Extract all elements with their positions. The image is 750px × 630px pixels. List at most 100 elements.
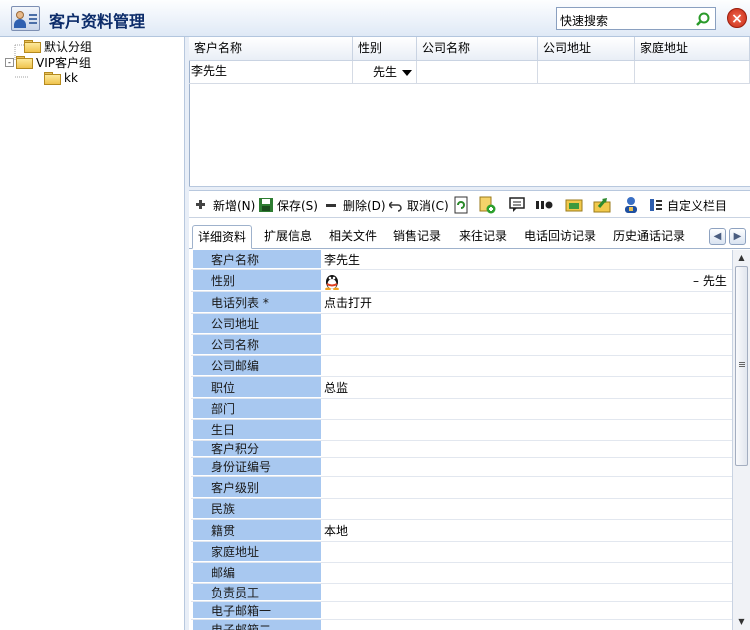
scroll-down-icon[interactable]: ▼ (733, 614, 750, 630)
close-icon[interactable]: × (727, 8, 747, 28)
field-label: 电话列表 * (193, 292, 321, 313)
field-home-address: 家庭地址 (191, 542, 732, 563)
field-label: 公司名称 (193, 335, 321, 355)
cell-company-address[interactable] (538, 61, 635, 84)
field-label: 性别 (193, 270, 321, 291)
field-value[interactable] (324, 270, 340, 291)
comment-button[interactable] (509, 195, 525, 215)
column-header-company[interactable]: 公司名称 (417, 37, 538, 61)
pause-icon (536, 201, 553, 209)
column-header-name[interactable]: 客户名称 (189, 37, 353, 61)
refresh-button[interactable] (454, 195, 468, 215)
field-value[interactable]: 总监 (324, 377, 348, 398)
save-icon (259, 198, 273, 212)
tab-contact-records[interactable]: 来往记录 (457, 225, 509, 249)
tab-details[interactable]: 详细资料 (192, 225, 253, 249)
tree-item-label: kk (64, 71, 78, 85)
field-label: 身份证编号 (193, 458, 321, 476)
delete-button-label: 删除(D) (343, 198, 386, 213)
field-company-name: 公司名称 (191, 335, 732, 356)
qq-icon (325, 274, 339, 290)
phone-list-link[interactable]: 点击打开 (324, 292, 372, 313)
field-label: 客户积分 (193, 441, 321, 457)
comment-icon (509, 197, 525, 212)
field-company-address: 公司地址 (191, 314, 732, 335)
tree-item-default-group[interactable]: 默认分组 (24, 38, 92, 54)
scroll-thumb[interactable] (735, 266, 748, 466)
cell-name[interactable]: 李先生 (191, 61, 353, 84)
delete-button[interactable]: 删除(D) (325, 195, 386, 215)
dropdown-arrow-icon[interactable] (402, 69, 412, 76)
custom-columns-button[interactable]: 自定义栏目 (649, 195, 727, 215)
column-header-home-address[interactable]: 家庭地址 (635, 37, 750, 61)
field-customer-name: 客户名称 李先生 (191, 250, 732, 270)
field-label: 邮编 (193, 563, 321, 583)
field-id-number: 身份证编号 (191, 458, 732, 477)
title-bar: 客户资料管理 快速搜索 × (0, 0, 750, 37)
open-folder-button[interactable] (565, 195, 583, 215)
export-button[interactable] (593, 195, 611, 215)
detail-tabs: 详细资料 扩展信息 相关文件 销售记录 来往记录 电话回访记录 历史通话记录 (189, 223, 750, 249)
page-title: 客户资料管理 (49, 12, 146, 31)
save-button-label: 保存(S) (277, 198, 318, 213)
column-header-company-address[interactable]: 公司地址 (538, 37, 635, 61)
field-label: 负责员工 (193, 584, 321, 601)
table-row[interactable]: 李先生 先生 (189, 61, 750, 84)
field-zip: 邮编 (191, 563, 732, 584)
minus-icon (325, 198, 339, 212)
group-tree: 默认分组 - VIP客户组 kk (0, 37, 186, 630)
scroll-up-icon[interactable]: ▲ (733, 250, 750, 266)
new-button[interactable]: 新增(N) (195, 195, 255, 215)
tab-extended-info[interactable]: 扩展信息 (262, 225, 314, 249)
folder-icon (44, 72, 61, 85)
cancel-button[interactable]: 取消(C) (387, 195, 449, 215)
field-email-2: 电子邮箱二 (191, 620, 732, 630)
tab-call-history[interactable]: 历史通话记录 (611, 225, 687, 249)
tab-callback-records[interactable]: 电话回访记录 (522, 225, 598, 249)
field-ethnicity: 民族 (191, 499, 732, 520)
cell-company[interactable] (417, 61, 538, 84)
field-label: 家庭地址 (193, 542, 321, 562)
field-customer-level: 客户级别 (191, 477, 732, 499)
field-label: 职位 (193, 377, 321, 398)
field-responsible-staff: 负责员工 (191, 584, 732, 602)
field-native-place: 籍贯 本地 (191, 520, 732, 542)
column-header-gender[interactable]: 性别 (353, 37, 417, 61)
search-placeholder: 快速搜索 (560, 14, 609, 28)
field-label: 客户级别 (193, 477, 321, 498)
open-folder-icon (565, 199, 583, 212)
contact-button[interactable] (623, 195, 639, 215)
folder-open-icon (16, 56, 33, 69)
field-label: 客户名称 (193, 250, 321, 269)
add-document-icon (479, 196, 496, 214)
scroll-left-icon[interactable]: ◀ (709, 228, 726, 245)
save-button[interactable]: 保存(S) (259, 195, 318, 215)
app-icon (11, 6, 40, 31)
gender-select[interactable]: – 先生 (693, 270, 727, 291)
field-phone-list: 电话列表 * 点击打开 (191, 292, 732, 314)
field-label: 民族 (193, 499, 321, 519)
vertical-scrollbar[interactable]: ▲ ▼ (732, 250, 750, 630)
tree-item-kk[interactable]: kk (44, 70, 78, 86)
add-document-button[interactable] (478, 195, 496, 215)
columns-icon (649, 198, 663, 212)
grid-header: 客户名称 性别 公司名称 公司地址 家庭地址 (189, 37, 750, 61)
custom-columns-label: 自定义栏目 (667, 198, 728, 213)
search-input[interactable]: 快速搜索 (556, 7, 716, 30)
tab-related-files[interactable]: 相关文件 (327, 225, 379, 249)
search-icon[interactable] (695, 11, 711, 27)
tab-sales-records[interactable]: 销售记录 (391, 225, 443, 249)
export-icon (593, 198, 611, 213)
cancel-button-label: 取消(C) (407, 198, 449, 213)
pause-button[interactable] (535, 195, 553, 215)
collapse-icon[interactable]: - (5, 57, 14, 67)
cell-gender[interactable]: 先生 (353, 61, 417, 84)
scroll-right-icon[interactable]: ▶ (729, 228, 746, 245)
field-points: 客户积分 (191, 441, 732, 458)
field-value[interactable]: 本地 (324, 520, 348, 541)
field-value[interactable]: 李先生 (324, 250, 360, 269)
tree-item-vip-group[interactable]: - VIP客户组 (5, 54, 91, 70)
cell-home-address[interactable] (635, 61, 750, 84)
field-label: 电子邮箱一 (193, 602, 321, 619)
field-position: 职位 总监 (191, 377, 732, 399)
